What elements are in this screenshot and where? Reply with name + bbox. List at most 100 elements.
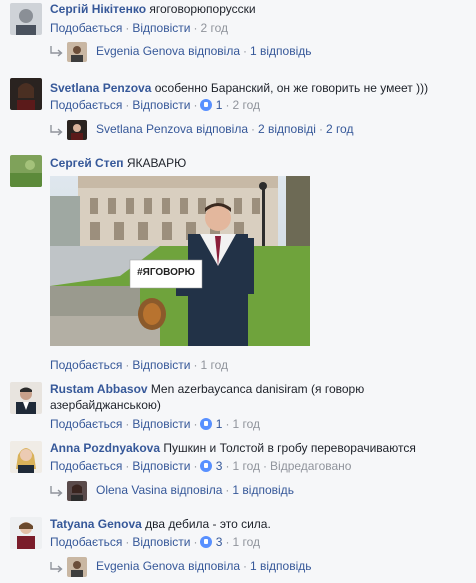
replies-link[interactable]: Olena Vasina відповіла · 1 відповідь — [96, 483, 294, 497]
photo-sign-text: #ЯГОВОРЮ — [137, 267, 195, 278]
separator: · — [225, 535, 230, 549]
replies-link[interactable]: Evgenia Genova відповіла · 1 відповідь — [96, 559, 312, 573]
reply-button[interactable]: Відповісти — [132, 98, 190, 112]
separator: · — [225, 417, 230, 431]
comment-text: два дебила - это сила. — [145, 517, 271, 531]
separator: · — [225, 98, 230, 112]
comment-text: Men azerbaycanca danisiram (я говорю — [150, 382, 365, 396]
comment-author[interactable]: Svetlana Penzova — [50, 81, 151, 95]
reply-arrow-icon — [50, 562, 63, 573]
reply-button[interactable]: Відповісти — [132, 535, 190, 549]
edited-label[interactable]: Відредаговано — [270, 459, 351, 473]
separator: · — [225, 459, 230, 473]
reply-avatar — [67, 120, 87, 140]
like-button[interactable]: Подобається — [50, 417, 122, 431]
like-button[interactable]: Подобається — [50, 358, 122, 372]
reply-arrow-icon — [50, 486, 63, 497]
comment-text: ягоговорюпорусски — [149, 2, 256, 16]
reply-author[interactable]: Svetlana Penzova відповіла — [96, 122, 248, 136]
comment-text: ЯКАВАРЮ — [126, 156, 187, 170]
comment-actions: Подобається · Відповісти · 1 год — [50, 358, 228, 372]
separator: · — [318, 122, 323, 136]
comment-line: Tatyana Genova два дебила - это сила. — [50, 517, 271, 531]
comment-author[interactable]: Rustam Abbasov — [50, 382, 148, 396]
reply-count[interactable]: 1 відповідь — [250, 44, 312, 58]
comment-line: Rustam Abbasov Men azerbaycanca danisira… — [50, 382, 364, 396]
separator: · — [125, 21, 130, 35]
separator: · — [125, 459, 130, 473]
comment-line: Сергій Нікітенко ягоговорюпорусски — [50, 2, 256, 16]
comment-text: Пушкин и Толстой в гробу переворачиваютс… — [163, 441, 416, 455]
reply-time[interactable]: 2 год — [326, 122, 354, 136]
comment-text-continued: азербайджанською) — [50, 398, 161, 412]
comment-time[interactable]: 1 год — [232, 417, 260, 431]
avatar[interactable] — [10, 517, 42, 549]
comment-actions: Подобається · Відповісти · 3 · 1 год · Відредаг… — [50, 459, 351, 473]
avatar[interactable] — [10, 382, 42, 414]
like-icon — [200, 99, 213, 111]
comment-author[interactable]: Anna Pozdnyakova — [50, 441, 160, 455]
separator: · — [125, 417, 130, 431]
comment-line: Сергей Степ ЯКАВАРЮ — [50, 156, 186, 170]
comment-time[interactable]: 2 год — [232, 98, 260, 112]
comment-time[interactable]: 1 год — [232, 459, 260, 473]
separator: · — [193, 459, 198, 473]
separator: · — [125, 535, 130, 549]
comment-actions: Подобається · Відповісти · 1 · 1 год — [50, 417, 260, 431]
comment-actions: Подобається · Відповісти · 1 · 2 год — [50, 98, 260, 112]
like-icon — [200, 536, 213, 548]
reply-arrow-icon — [50, 125, 63, 136]
comment-photo[interactable]: #ЯГОВОРЮ — [50, 176, 310, 346]
replies-link[interactable]: Evgenia Genova відповіла · 1 відповідь — [96, 44, 312, 58]
comment-actions: Подобається · Відповісти · 3 · 1 год — [50, 535, 260, 549]
like-button[interactable]: Подобається — [50, 21, 122, 35]
reply-author[interactable]: Evgenia Genova відповіла — [96, 44, 240, 58]
like-count[interactable]: 3 — [200, 535, 222, 549]
separator: · — [193, 21, 198, 35]
avatar[interactable] — [10, 441, 42, 473]
reply-button[interactable]: Відповісти — [132, 21, 190, 35]
comment-line: Svetlana Penzova особенно Баранский, он … — [50, 81, 428, 95]
like-count[interactable]: 1 — [200, 417, 222, 431]
reply-button[interactable]: Відповісти — [132, 459, 190, 473]
comment-time[interactable]: 2 год — [200, 21, 228, 35]
replies-link[interactable]: Svetlana Penzova відповіла · 2 відповіді · 2… — [96, 122, 353, 136]
reply-avatar — [67, 42, 87, 62]
separator: · — [193, 535, 198, 549]
avatar[interactable] — [10, 3, 42, 35]
reply-button[interactable]: Відповісти — [132, 358, 190, 372]
separator: · — [243, 559, 247, 573]
reply-button[interactable]: Відповісти — [132, 417, 190, 431]
separator: · — [263, 459, 268, 473]
separator: · — [243, 44, 247, 58]
avatar[interactable] — [10, 155, 42, 187]
like-count[interactable]: 3 — [200, 459, 222, 473]
like-button[interactable]: Подобається — [50, 98, 122, 112]
reply-arrow-icon — [50, 46, 63, 57]
like-button[interactable]: Подобається — [50, 459, 122, 473]
comment-text: особенно Баранский, он же говорить не ум… — [154, 81, 429, 95]
reply-author[interactable]: Olena Vasina відповіла — [96, 483, 222, 497]
avatar[interactable] — [10, 78, 42, 110]
comment-time[interactable]: 1 год — [232, 535, 260, 549]
comment-line: Anna Pozdnyakova Пушкин и Толстой в гроб… — [50, 441, 416, 455]
reply-avatar — [67, 557, 87, 577]
reply-author[interactable]: Evgenia Genova відповіла — [96, 559, 240, 573]
like-icon — [200, 418, 213, 430]
separator: · — [125, 358, 130, 372]
separator: · — [193, 98, 198, 112]
like-count[interactable]: 1 — [200, 98, 222, 112]
reply-count[interactable]: 1 відповідь — [250, 559, 312, 573]
like-icon — [200, 460, 213, 472]
comment-author[interactable]: Tatyana Genova — [50, 517, 142, 531]
separator: · — [251, 122, 255, 136]
comment-time[interactable]: 1 год — [200, 358, 228, 372]
reply-avatar — [67, 481, 87, 501]
reply-count[interactable]: 1 відповідь — [232, 483, 294, 497]
comment-author[interactable]: Сергій Нікітенко — [50, 2, 146, 16]
comment-author[interactable]: Сергей Степ — [50, 156, 124, 170]
separator: · — [193, 358, 198, 372]
reply-count[interactable]: 2 відповіді — [258, 122, 316, 136]
like-button[interactable]: Подобається — [50, 535, 122, 549]
separator: · — [125, 98, 130, 112]
